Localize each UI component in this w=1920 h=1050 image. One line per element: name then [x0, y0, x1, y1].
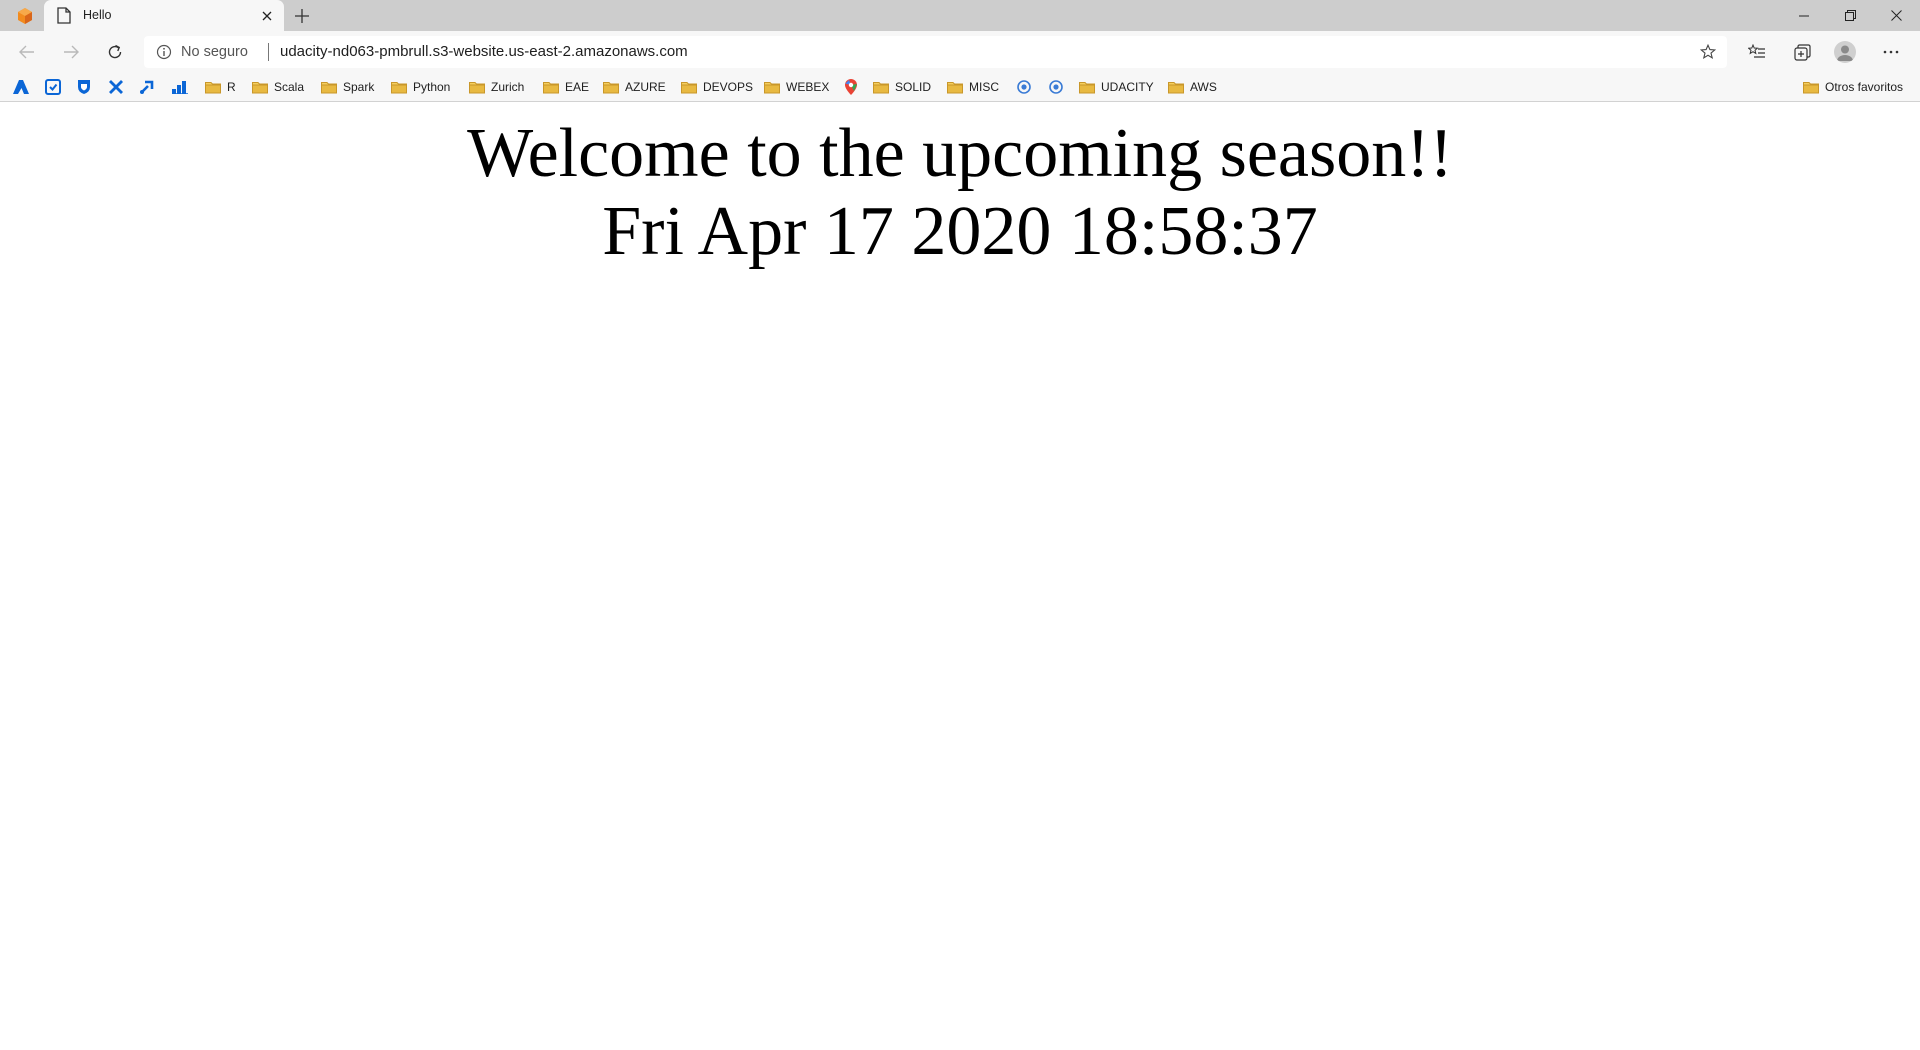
favorite-folder-udacity[interactable]: UDACITY: [1079, 72, 1154, 101]
favorite-folder-scala[interactable]: Scala: [252, 72, 304, 101]
favorite-folder-spark[interactable]: Spark: [321, 72, 374, 101]
favorite-folder-r[interactable]: R: [205, 72, 236, 101]
blue-eye-icon[interactable]: [1017, 72, 1031, 101]
folder-icon: [543, 80, 559, 94]
azure-repos-icon[interactable]: [139, 72, 155, 101]
favorite-folder-zurich[interactable]: Zurich: [469, 72, 524, 101]
blue-eye-icon[interactable]: [1049, 72, 1063, 101]
new-tab-button[interactable]: [290, 4, 314, 28]
star-icon[interactable]: [1697, 41, 1719, 63]
page-icon: [57, 7, 73, 25]
folder-icon: [469, 80, 485, 94]
folder-icon: [873, 80, 889, 94]
browser-toolbar: No seguro udacity-nd063-pmbrull.s3-websi…: [0, 31, 1920, 72]
folder-icon: [205, 80, 221, 94]
favorite-folder-misc[interactable]: MISC: [947, 72, 999, 101]
address-separator: [268, 43, 269, 61]
forward-button[interactable]: [55, 37, 87, 67]
other-favorites-folder[interactable]: Otros favoritos: [1803, 72, 1903, 101]
collections-icon[interactable]: [1786, 37, 1818, 67]
tab-strip: Hello: [0, 0, 1920, 31]
close-window-button[interactable]: [1873, 0, 1919, 31]
restore-button[interactable]: [1827, 0, 1873, 31]
back-button[interactable]: [11, 37, 43, 67]
folder-icon: [681, 80, 697, 94]
page-content: Welcome to the upcoming season!! Fri Apr…: [0, 102, 1920, 1050]
favorite-folder-azure[interactable]: AZURE: [603, 72, 666, 101]
favorite-folder-eae[interactable]: EAE: [543, 72, 589, 101]
address-bar[interactable]: No seguro udacity-nd063-pmbrull.s3-websi…: [144, 36, 1727, 68]
avatar: [1834, 41, 1856, 63]
profile-avatar[interactable]: [1829, 37, 1861, 67]
tab-hello[interactable]: Hello: [44, 0, 284, 31]
maps-pin-icon[interactable]: [845, 72, 857, 101]
folder-icon: [764, 80, 780, 94]
security-label[interactable]: No seguro: [181, 44, 248, 60]
favorite-folder-solid[interactable]: SOLID: [873, 72, 931, 101]
welcome-heading: Welcome to the upcoming season!!: [467, 115, 1453, 192]
favorites-bar: R Scala Spark Python Zurich EAE AZURE DE…: [0, 72, 1920, 102]
aws-cube-icon[interactable]: [14, 7, 36, 25]
folder-icon: [1803, 80, 1819, 94]
more-options-icon[interactable]: [1875, 37, 1907, 67]
folder-icon: [252, 80, 268, 94]
favorite-folder-webex[interactable]: WEBEX: [764, 72, 829, 101]
datetime-heading: Fri Apr 17 2020 18:58:37: [602, 193, 1318, 270]
azure-boards-icon[interactable]: [45, 72, 61, 101]
reload-button[interactable]: [99, 37, 131, 67]
folder-icon: [1079, 80, 1095, 94]
favorite-folder-python[interactable]: Python: [391, 72, 450, 101]
azure-shield-icon[interactable]: [77, 72, 91, 101]
favorite-folder-devops[interactable]: DEVOPS: [681, 72, 753, 101]
tab-title: Hello: [83, 8, 112, 22]
info-icon[interactable]: [156, 44, 172, 60]
folder-icon: [1168, 80, 1184, 94]
favorite-folder-aws[interactable]: AWS: [1168, 72, 1217, 101]
folder-icon: [947, 80, 963, 94]
folder-icon: [391, 80, 407, 94]
azure-devops-icon[interactable]: [13, 72, 29, 101]
close-tab-icon[interactable]: [256, 5, 277, 26]
azure-pipelines-icon[interactable]: [108, 72, 124, 101]
folder-icon: [603, 80, 619, 94]
minimize-button[interactable]: [1781, 0, 1827, 31]
favorites-icon[interactable]: [1741, 37, 1773, 67]
url-text[interactable]: udacity-nd063-pmbrull.s3-website.us-east…: [280, 43, 688, 60]
power-bi-icon[interactable]: [172, 72, 188, 101]
folder-icon: [321, 80, 337, 94]
